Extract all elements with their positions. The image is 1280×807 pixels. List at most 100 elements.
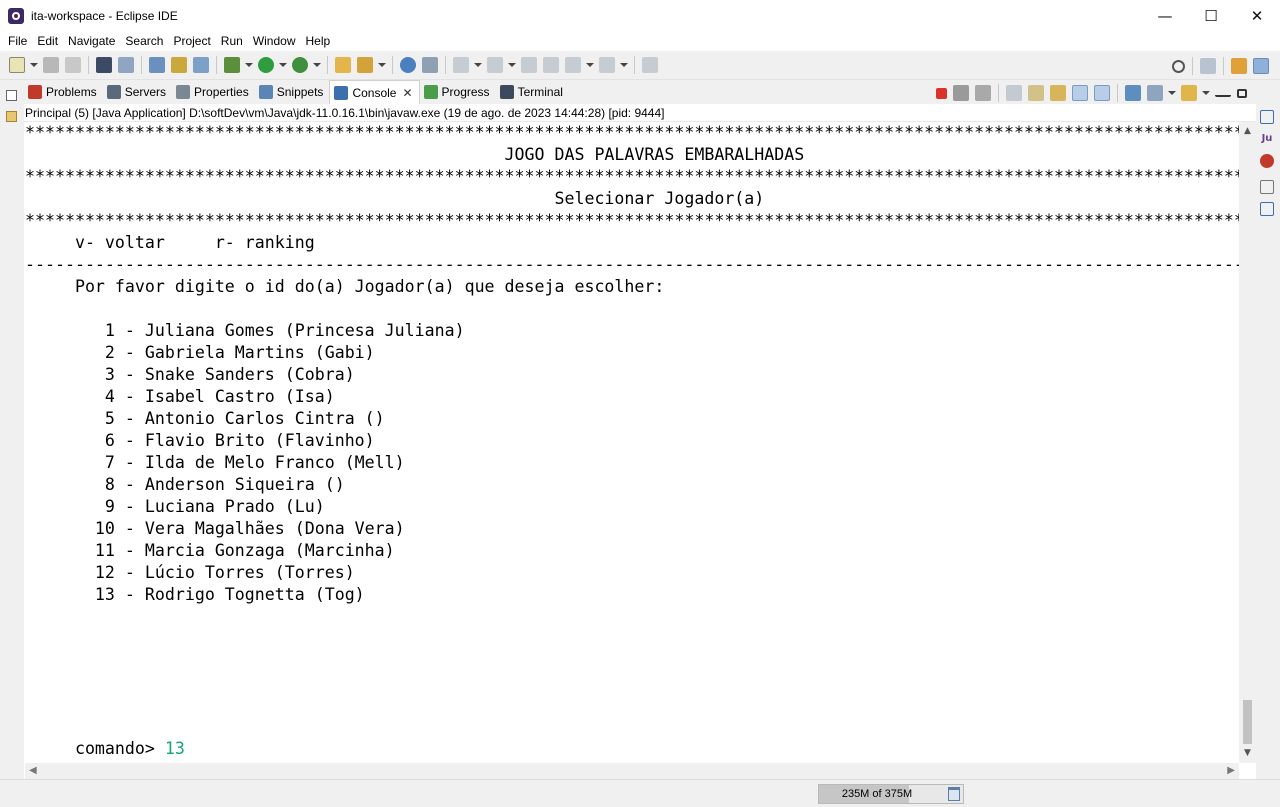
open-task-icon[interactable] [357,57,373,73]
minimize-button[interactable]: — [1142,0,1188,31]
menu-edit[interactable]: Edit [32,34,63,48]
package-explorer-icon[interactable] [6,111,17,122]
minimized-view-icon[interactable] [1260,88,1274,102]
open-perspective-icon[interactable] [1200,58,1216,74]
console-output[interactable]: ****************************************… [25,122,1239,762]
forward-icon[interactable] [599,57,615,73]
save-icon[interactable] [43,57,59,73]
display-selected-console-icon[interactable] [1147,85,1163,101]
debug-dropdown-icon[interactable] [245,57,253,73]
tab-progress[interactable]: Progress [420,80,496,104]
restore-icon[interactable] [1260,180,1274,194]
scroll-lock-icon[interactable] [1028,85,1044,101]
vertical-scrollbar[interactable]: ▲ ▼ [1239,122,1256,763]
next-annotation-icon[interactable] [453,57,469,73]
run-dropdown-icon[interactable] [279,57,287,73]
new-package-icon[interactable] [171,57,187,73]
menu-help[interactable]: Help [301,34,336,48]
properties-icon [176,85,191,99]
previous-annotation-icon[interactable] [487,57,503,73]
word-wrap-icon[interactable] [1050,85,1066,101]
back-icon[interactable] [565,57,581,73]
tab-problems[interactable]: Problems [24,80,103,104]
scroll-left-icon[interactable]: ◀ [29,765,37,776]
console-view-toolbar [933,84,1250,102]
forward-history-icon[interactable] [543,57,559,73]
maximize-button[interactable]: ☐ [1188,0,1234,31]
minimize-view-icon[interactable] [1215,89,1231,97]
external-tools-dropdown-icon[interactable] [313,57,321,73]
next-annotation-dropdown-icon[interactable] [474,57,482,73]
heap-status[interactable]: 235M of 375M [818,784,964,804]
menu-project[interactable]: Project [168,34,215,48]
remove-launch-icon[interactable] [953,85,969,101]
error-log-icon[interactable] [1260,154,1274,168]
tab-servers-label: Servers [124,85,167,99]
menu-navigate[interactable]: Navigate [63,34,120,48]
save-all-icon[interactable] [65,57,81,73]
previous-annotation-dropdown-icon[interactable] [508,57,516,73]
forward-dropdown-icon[interactable] [620,57,628,73]
menu-run[interactable]: Run [216,34,248,48]
skip-breakpoints-icon[interactable] [118,57,134,73]
view-tab-bar: Problems Servers Properties Snippets Con… [24,80,1256,104]
outline-icon[interactable] [1260,110,1274,124]
web-browser-icon[interactable] [400,57,416,73]
console-line: 4 - Isabel Castro (Isa) [25,387,335,406]
java-perspective-icon[interactable] [1231,58,1247,74]
open-type-icon[interactable] [335,57,351,73]
junit-icon[interactable]: Ju [1260,132,1274,146]
display-console-dropdown-icon[interactable] [1168,85,1176,101]
show-on-stderr-icon[interactable] [1094,85,1110,101]
horizontal-scrollbar[interactable]: ◀ ▶ [25,763,1239,779]
console-line: v- voltar r- ranking [25,233,315,252]
remove-all-terminated-icon[interactable] [975,85,991,101]
close-icon[interactable]: ✕ [402,86,412,100]
close-window-button[interactable]: ✕ [1234,0,1280,31]
debug-perspective-icon[interactable] [1253,58,1269,74]
garbage-collect-icon[interactable] [948,787,960,801]
command-input-value[interactable]: 13 [165,739,185,758]
search-icon[interactable] [1172,59,1185,73]
open-console-icon[interactable] [1181,85,1197,101]
tab-terminal[interactable]: Terminal [496,80,569,104]
back-dropdown-icon[interactable] [586,57,594,73]
tab-console[interactable]: Console ✕ [329,80,420,104]
tab-properties[interactable]: Properties [172,80,255,104]
debug-icon[interactable] [224,57,240,73]
toolbar-separator [327,56,328,74]
scroll-right-icon[interactable]: ▶ [1227,765,1235,776]
toolbar-separator [141,56,142,74]
new-java-project-icon[interactable] [149,57,165,73]
tab-servers[interactable]: Servers [103,80,172,104]
run-external-tools-icon[interactable] [292,57,308,73]
new-class-icon[interactable] [193,57,209,73]
scrollbar-thumb[interactable] [1243,700,1252,744]
new-dropdown-icon[interactable] [30,57,38,73]
menu-window[interactable]: Window [248,34,301,48]
last-edit-location-icon[interactable] [521,57,537,73]
menu-search[interactable]: Search [120,34,168,48]
new-icon[interactable] [9,57,25,73]
open-console-icon[interactable] [96,57,112,73]
run-icon[interactable] [258,57,274,73]
open-console-dropdown-icon[interactable] [1202,85,1210,101]
scroll-down-icon[interactable]: ▼ [1242,748,1253,759]
restore-view-icon[interactable] [6,90,17,101]
menu-file[interactable]: File [3,34,32,48]
pin-editor-icon[interactable] [642,57,658,73]
task-dropdown-icon[interactable] [378,57,386,73]
scroll-up-icon[interactable]: ▲ [1242,126,1253,137]
search-tool-icon[interactable] [422,57,438,73]
title-bar: ita-workspace - Eclipse IDE — ☐ ✕ [0,0,1280,31]
maximize-view-icon[interactable] [1237,88,1247,98]
show-on-stdout-icon[interactable] [1072,85,1088,101]
clear-console-icon[interactable] [1006,85,1022,101]
task-list-icon[interactable] [1260,202,1274,216]
pin-console-icon[interactable] [1125,85,1141,101]
console-prompt-line[interactable]: comando> 13 [25,738,1239,760]
terminate-icon[interactable] [936,87,947,99]
tab-snippets[interactable]: Snippets [255,80,330,104]
